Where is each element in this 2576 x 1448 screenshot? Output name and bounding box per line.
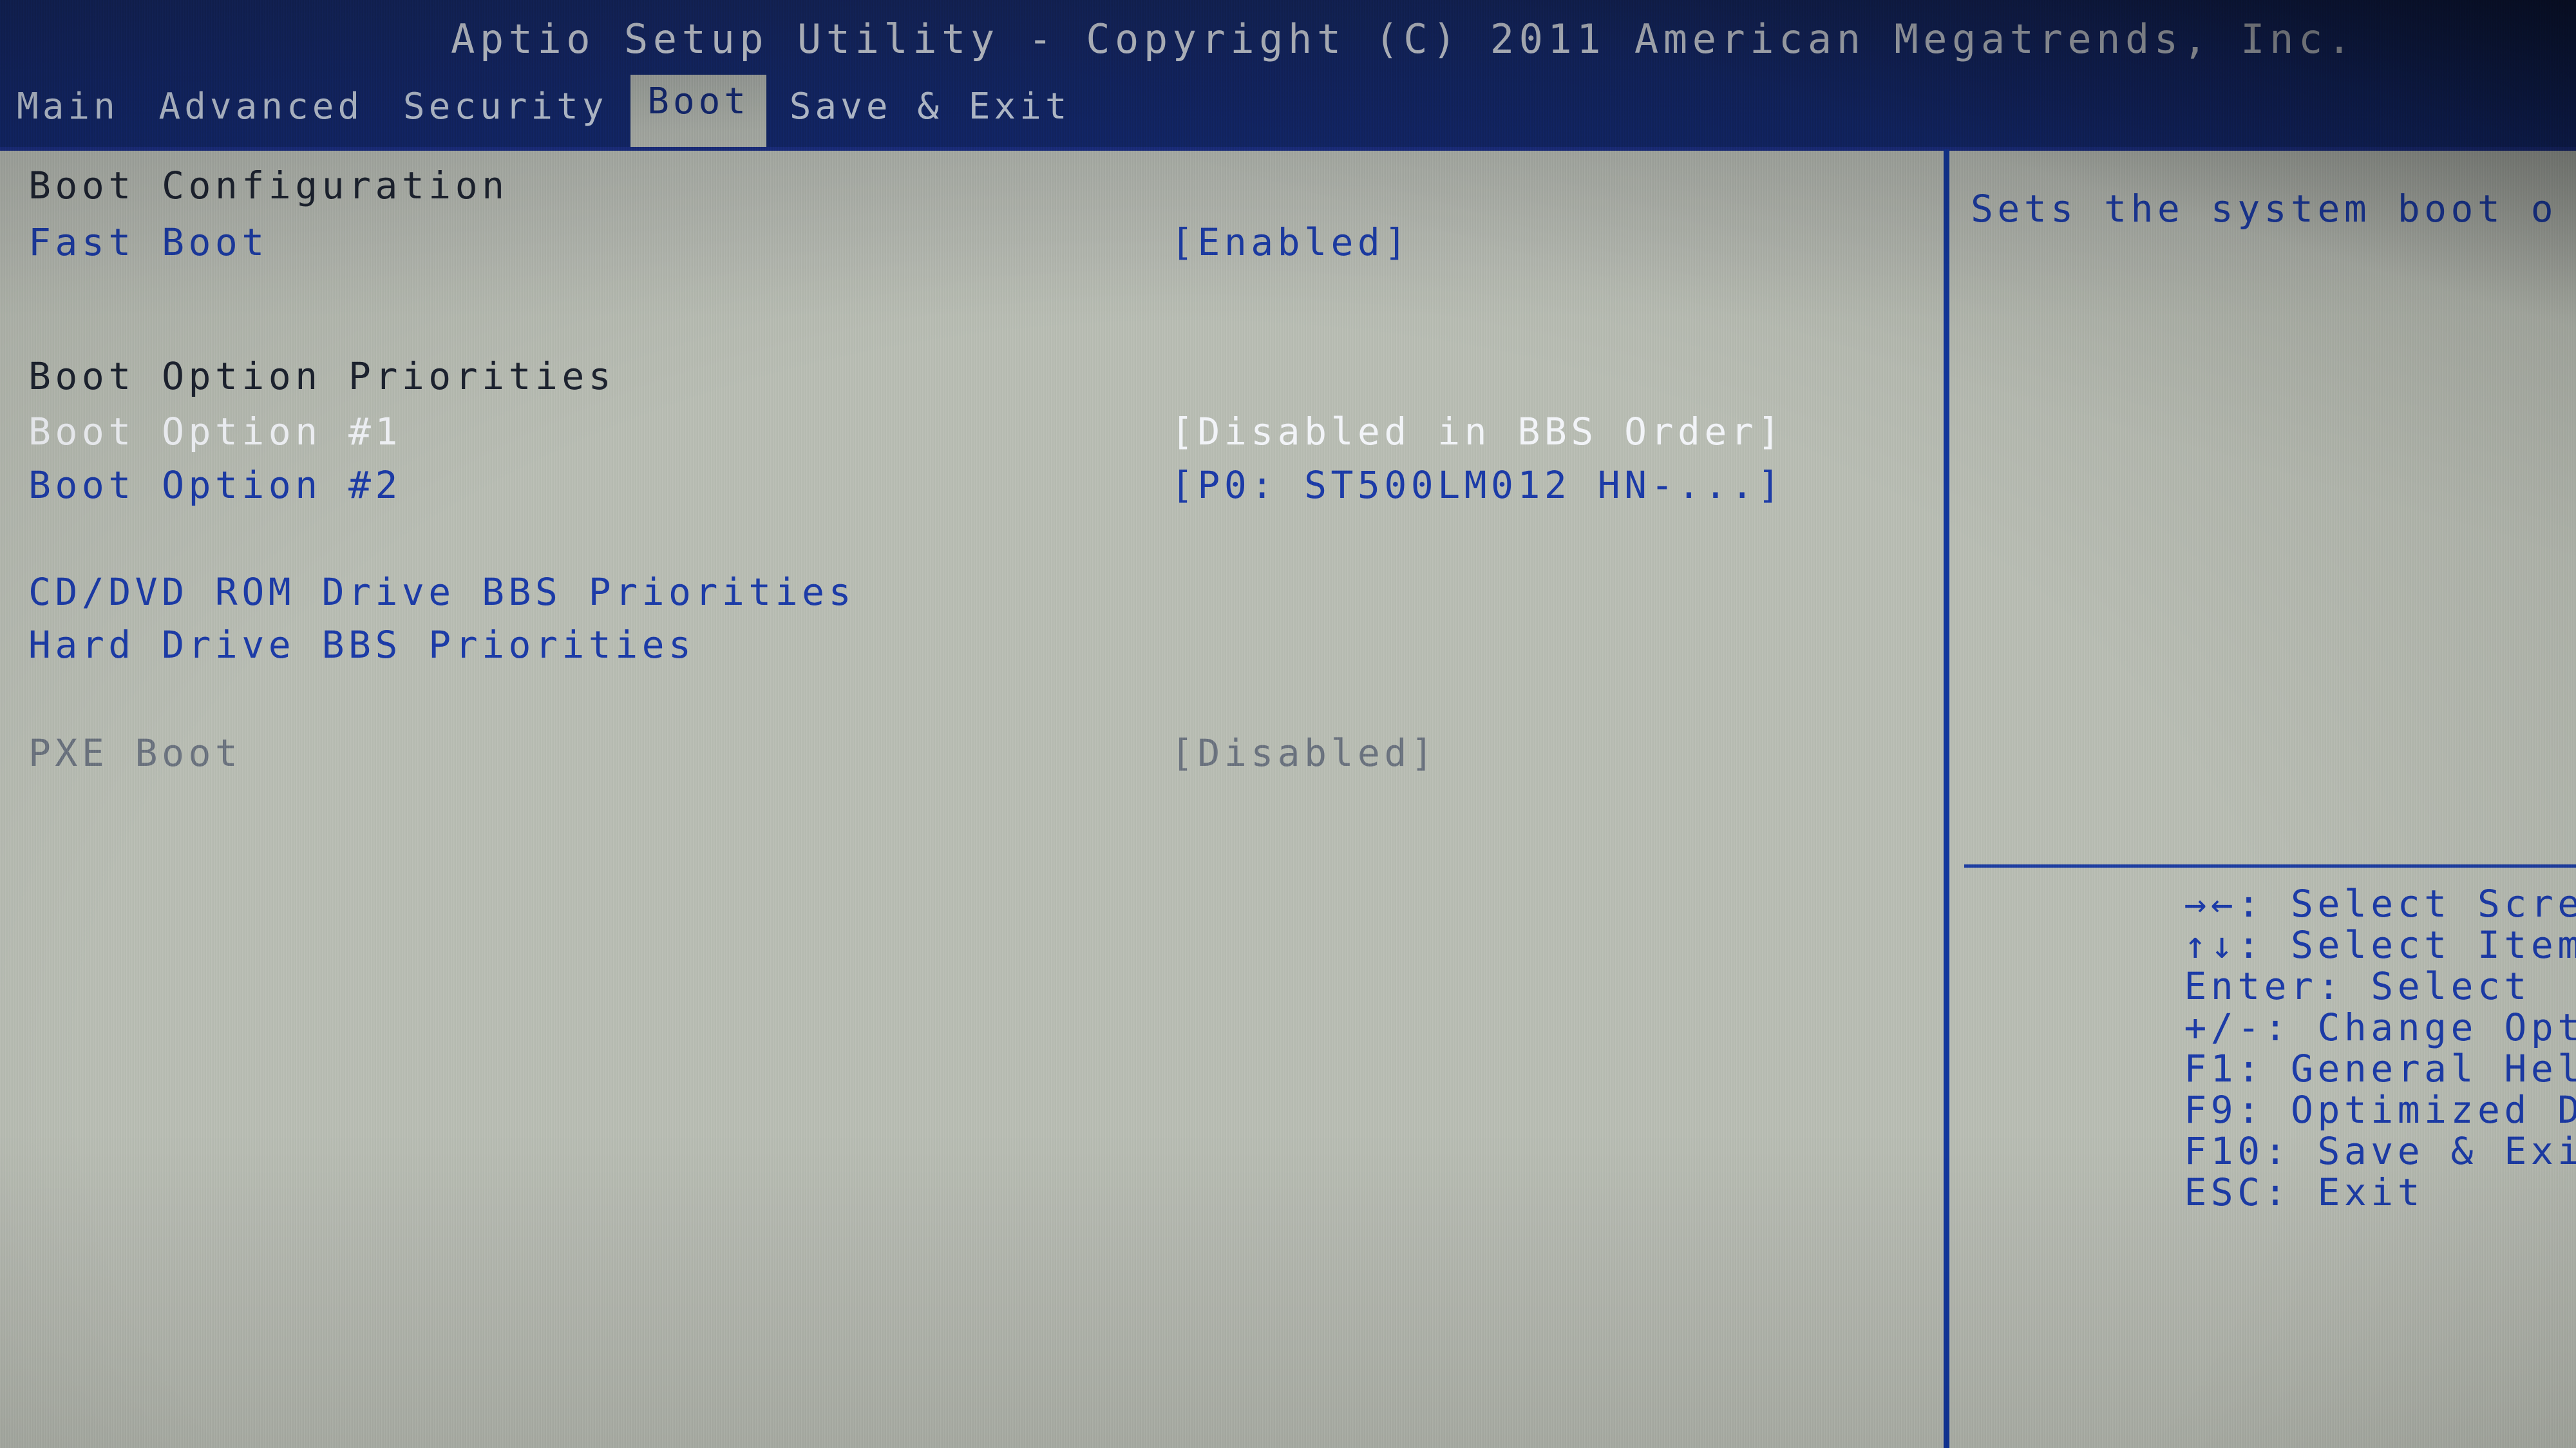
- legend-row-select-screen: →←: Select Screen: [1971, 842, 2576, 924]
- legend-action-exit: Exit: [2291, 1170, 2425, 1214]
- key-legend: →←: Select Screen ↑↓: Select Item Enter:…: [1971, 842, 2576, 1213]
- setting-label-fast-boot[interactable]: Fast Boot: [28, 220, 269, 264]
- setting-value-boot-option-1[interactable]: [Disabled in BBS Order]: [1171, 410, 1785, 453]
- menu-tab-bar[interactable]: Main Advanced Security Boot Save & Exit: [0, 75, 2576, 156]
- submenu-cd-dvd-rom-drive-bbs-priorities[interactable]: CD/DVD ROM Drive BBS Priorities: [28, 570, 855, 614]
- settings-pane: Boot Configuration Fast Boot [Enabled] B…: [0, 149, 1944, 1448]
- setting-value-pxe-boot: [Disabled]: [1171, 731, 1438, 775]
- setting-value-boot-option-2[interactable]: [P0: ST500LM012 HN-...]: [1171, 463, 1785, 507]
- legend-action-select: Select: [2344, 964, 2531, 1008]
- setting-label-boot-option-1[interactable]: Boot Option #1: [28, 410, 402, 453]
- arrows-horizontal-icon: →←:: [2184, 882, 2264, 926]
- section-header-boot-configuration: Boot Configuration: [28, 164, 509, 207]
- bios-setup-screen: Aptio Setup Utility - Copyright (C) 2011…: [0, 0, 2576, 1448]
- submenu-hard-drive-bbs-priorities[interactable]: Hard Drive BBS Priorities: [28, 623, 695, 667]
- setting-label-pxe-boot: PXE Boot: [28, 731, 242, 775]
- f9-key-label: F9:: [2184, 1088, 2264, 1132]
- help-description: Sets the system boot o: [1971, 187, 2558, 231]
- tab-main[interactable]: Main: [0, 80, 136, 135]
- legend-action-general-help: General Help: [2291, 1047, 2576, 1091]
- section-header-boot-option-priorities: Boot Option Priorities: [28, 354, 616, 398]
- legend-action-save-exit: Save & Exit: [2317, 1129, 2576, 1173]
- tab-boot[interactable]: Boot: [630, 75, 767, 156]
- legend-action-change-opt: Change Opt.: [2317, 1005, 2576, 1049]
- setting-value-fast-boot[interactable]: [Enabled]: [1171, 220, 1411, 264]
- f1-key-label: F1:: [2184, 1047, 2264, 1091]
- esc-key-label: ESC:: [2184, 1170, 2291, 1214]
- help-pane: Sets the system boot o →←: Select Screen…: [1962, 149, 2576, 1448]
- page-title: Aptio Setup Utility - Copyright (C) 2011…: [451, 15, 2356, 62]
- arrows-vertical-icon: ↑↓:: [2184, 923, 2264, 967]
- legend-action-select-screen: Select Screen: [2291, 882, 2576, 926]
- tab-security[interactable]: Security: [386, 80, 625, 135]
- f10-key-label: F10:: [2184, 1129, 2291, 1173]
- tab-advanced[interactable]: Advanced: [142, 80, 381, 135]
- setting-label-boot-option-2[interactable]: Boot Option #2: [28, 463, 402, 507]
- enter-key-label: Enter:: [2184, 964, 2344, 1008]
- vertical-divider: [1944, 149, 1949, 1448]
- legend-action-optimized-defaults: Optimized Defaults: [2291, 1088, 2576, 1132]
- tab-save-exit[interactable]: Save & Exit: [773, 80, 1088, 135]
- legend-action-select-item: Select Item: [2264, 923, 2576, 967]
- plus-minus-key-label: +/-:: [2184, 1005, 2291, 1049]
